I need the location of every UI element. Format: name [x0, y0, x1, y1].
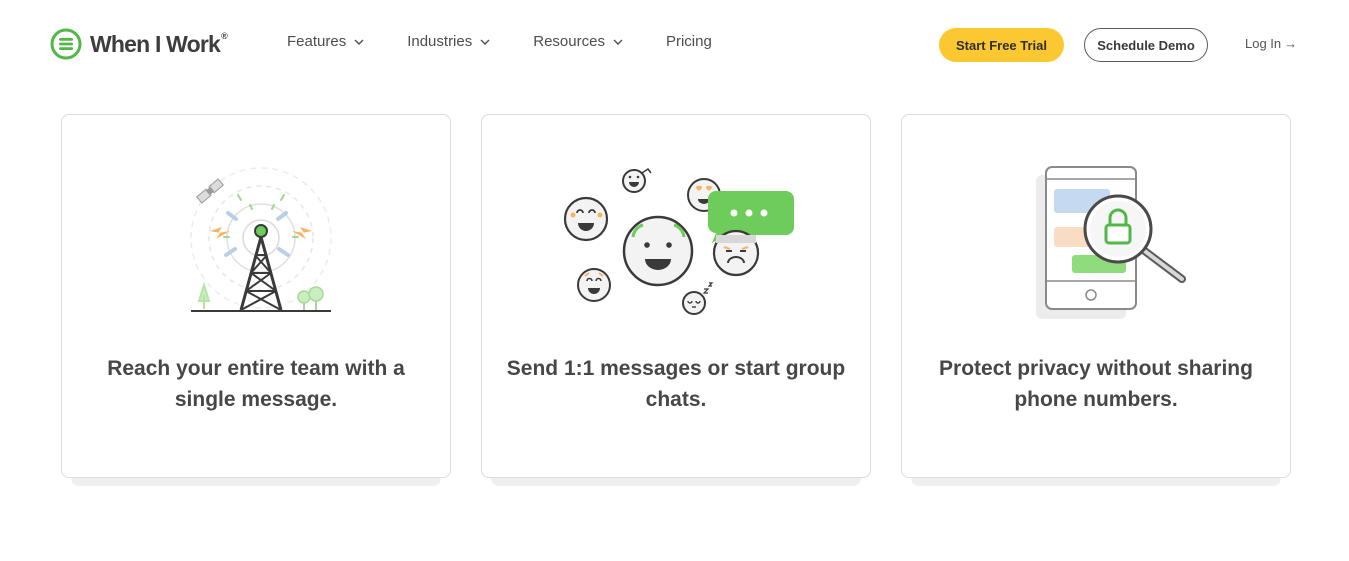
card-illustration	[482, 155, 870, 335]
nav-item-label: Resources	[533, 33, 605, 50]
nav-item-pricing[interactable]: Pricing	[666, 33, 712, 50]
login-link[interactable]: Log In →	[1245, 36, 1297, 51]
chevron-down-icon	[354, 39, 364, 45]
phone-privacy-lock-icon	[1036, 166, 1186, 319]
feature-card-broadcast: Reach your entire team with a single mes…	[61, 114, 451, 478]
group-chat-emoji-icon	[563, 167, 794, 315]
nav-item-features[interactable]: Features	[287, 33, 364, 50]
feature-card-privacy: Protect privacy without sharing phone nu…	[901, 114, 1291, 478]
schedule-demo-button[interactable]: Schedule Demo	[1084, 28, 1208, 62]
arrow-right-icon: →	[1284, 36, 1298, 51]
logo-icon	[50, 28, 82, 60]
page: When I Work® Features Industries Resourc…	[0, 0, 1349, 561]
card-illustration	[62, 155, 450, 335]
logo-text: When I Work®	[90, 30, 228, 57]
feature-card-messaging: Send 1:1 messages or start group chats.	[481, 114, 871, 478]
radio-tower-icon	[190, 167, 332, 312]
start-free-trial-button[interactable]: Start Free Trial	[939, 28, 1064, 62]
nav-item-label: Features	[287, 33, 347, 50]
card-illustration	[902, 155, 1290, 335]
card-title: Send 1:1 messages or start group chats.	[506, 357, 846, 411]
nav-item-label: Industries	[407, 33, 473, 50]
nav-item-label: Pricing	[665, 33, 712, 50]
chevron-down-icon	[613, 39, 623, 45]
card-title: Protect privacy without sharing phone nu…	[939, 357, 1253, 411]
main-nav: Features Industries Resources Pricing	[287, 33, 712, 50]
logo-link[interactable]: When I Work®	[50, 27, 228, 61]
card-title: Reach your entire team with a single mes…	[107, 357, 405, 411]
site-header: When I Work® Features Industries Resourc…	[0, 0, 1349, 90]
nav-item-industries[interactable]: Industries	[407, 33, 490, 50]
chevron-down-icon	[480, 39, 490, 45]
login-label: Log In	[1245, 36, 1282, 51]
nav-item-resources[interactable]: Resources	[533, 33, 623, 50]
